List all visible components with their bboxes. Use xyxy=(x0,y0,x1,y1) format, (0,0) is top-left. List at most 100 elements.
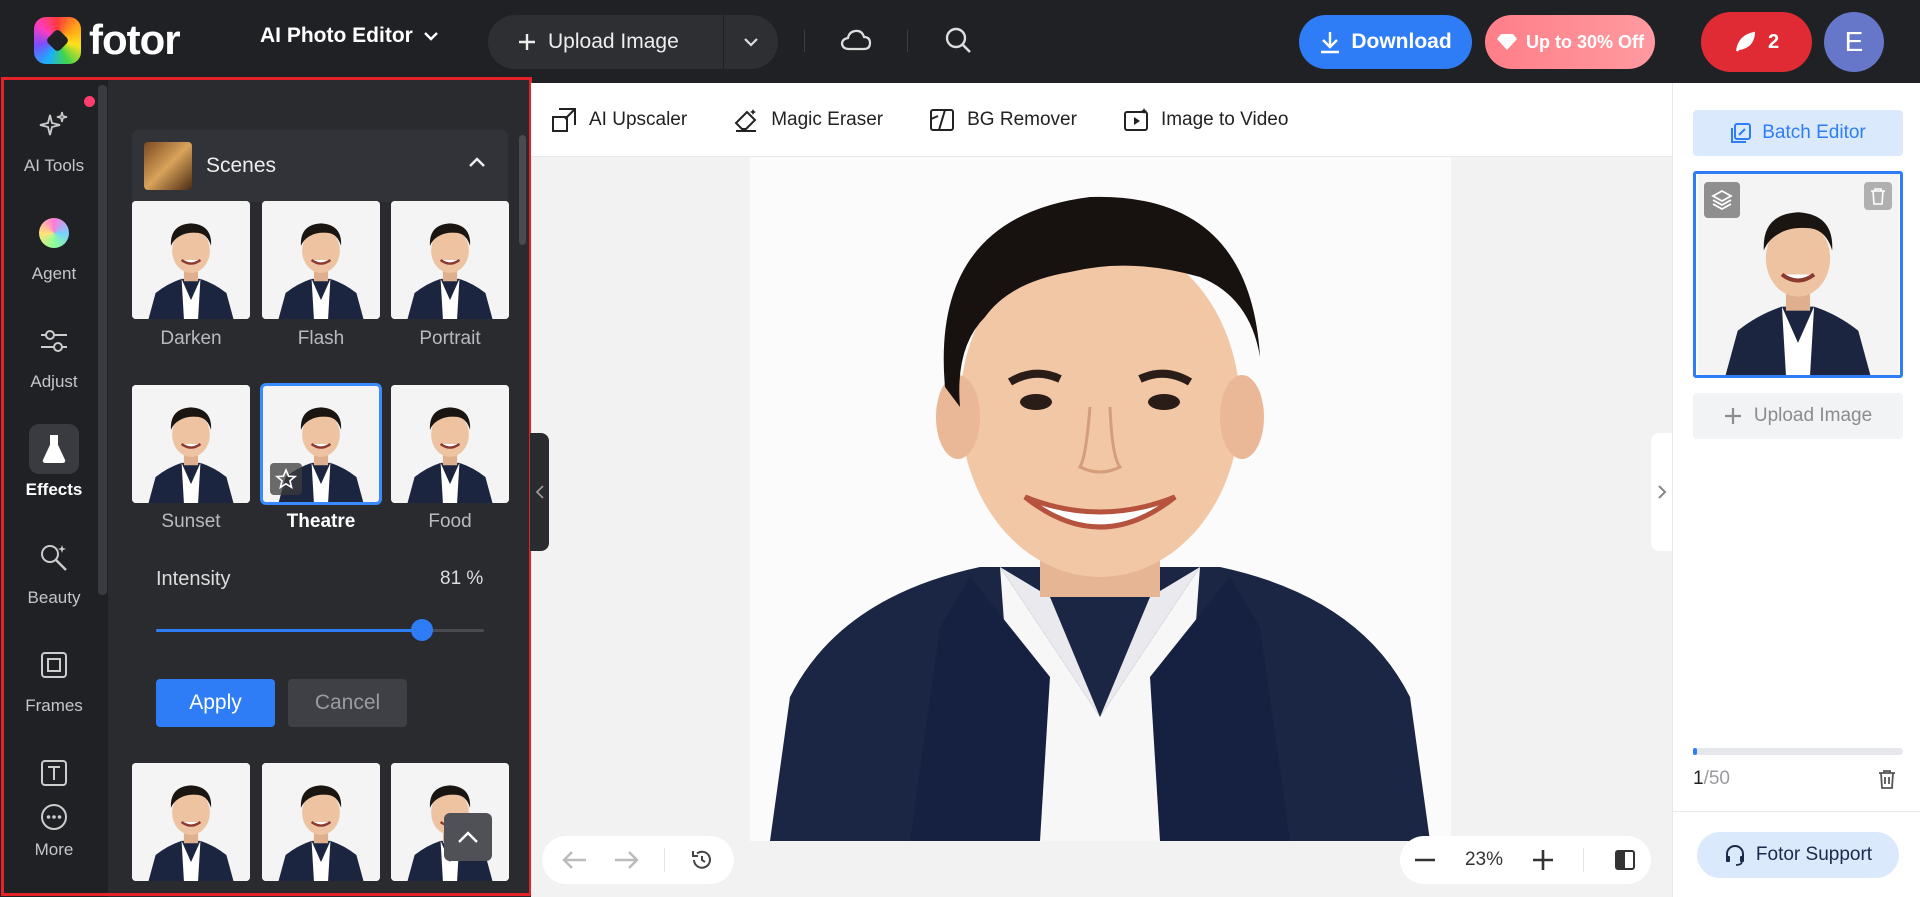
upload-image-group: Upload Image xyxy=(488,15,778,69)
image-count: 1/50 xyxy=(1693,768,1730,790)
batch-progress-fill xyxy=(1693,748,1698,755)
tool-label: AI Upscaler xyxy=(589,108,688,130)
search-icon[interactable] xyxy=(944,26,972,54)
zoom-level[interactable]: 23% xyxy=(1465,849,1503,871)
fotor-support-button[interactable]: Fotor Support xyxy=(1697,832,1899,878)
rail-item-frames[interactable]: Frames xyxy=(0,640,108,716)
makeup-brush-icon xyxy=(29,532,79,582)
effects-panel: Scenes Darken Flash Portrait Sunset Thea… xyxy=(108,78,531,897)
editor-switch-label: AI Photo Editor xyxy=(260,24,413,47)
rail-item-more[interactable]: More xyxy=(0,748,108,860)
history-icon[interactable] xyxy=(690,848,714,872)
image-count-current: 1 xyxy=(1693,768,1704,789)
layers-icon[interactable] xyxy=(1704,182,1740,218)
rail-item-effects[interactable]: Effects xyxy=(0,424,108,500)
upscale-icon xyxy=(552,107,576,132)
batch-editor-button[interactable]: Batch Editor xyxy=(1693,110,1903,156)
redo-arrow-icon[interactable] xyxy=(613,850,639,870)
fotor-logo-icon xyxy=(34,16,81,64)
divider xyxy=(663,848,665,872)
ai-upscaler-tool[interactable]: AI Upscaler xyxy=(551,107,687,133)
rail-label: Beauty xyxy=(27,588,81,607)
effect-tile-flash[interactable] xyxy=(262,201,380,319)
intensity-slider[interactable] xyxy=(156,619,484,641)
magic-eraser-tool[interactable]: Magic Eraser xyxy=(733,107,883,133)
rail-label: Adjust xyxy=(30,372,78,391)
scenes-thumbnail xyxy=(144,142,192,190)
edited-photo[interactable] xyxy=(750,157,1451,841)
rail-label: AI Tools xyxy=(23,156,85,175)
divider xyxy=(907,30,908,52)
credits-button[interactable]: 2 xyxy=(1701,12,1812,72)
image-count-total: /50 xyxy=(1703,768,1730,789)
rail-item-beauty[interactable]: Beauty xyxy=(0,532,108,608)
zoom-out-icon[interactable] xyxy=(1414,858,1435,862)
effect-tile-sunset[interactable] xyxy=(132,385,250,503)
clear-all-trash-icon[interactable] xyxy=(1878,769,1896,789)
ai-tools-toolbar: AI Upscaler Magic Eraser BG Remover Imag… xyxy=(531,83,1672,157)
collapse-panel-button[interactable] xyxy=(530,433,549,551)
chevron-down-icon xyxy=(423,32,438,41)
zoom-controls: 23% xyxy=(1400,836,1651,884)
rail-label: Effects xyxy=(25,480,83,499)
rail-label: Frames xyxy=(25,696,83,715)
intensity-slider-handle[interactable] xyxy=(410,619,433,641)
fotor-support-label: Fotor Support xyxy=(1755,844,1873,865)
effect-label: Sunset xyxy=(161,511,221,532)
batch-upload-label: Upload Image xyxy=(1753,405,1873,426)
effect-tile-portrait[interactable] xyxy=(391,201,509,319)
apply-button[interactable]: Apply xyxy=(156,679,275,727)
user-avatar[interactable]: E xyxy=(1824,12,1884,72)
download-button[interactable]: Download xyxy=(1299,15,1472,69)
cloud-icon[interactable] xyxy=(840,26,872,56)
chevron-up-icon xyxy=(469,157,485,167)
download-label: Download xyxy=(1351,30,1452,53)
rail-scrollbar[interactable] xyxy=(98,85,107,595)
cancel-button[interactable]: Cancel xyxy=(288,679,407,727)
upload-options-dropdown[interactable] xyxy=(724,37,778,47)
effect-label: Portrait xyxy=(419,328,481,349)
editor-switch-dropdown[interactable]: AI Photo Editor xyxy=(260,24,439,48)
scenes-section-header[interactable]: Scenes xyxy=(132,130,508,202)
tool-label: Magic Eraser xyxy=(771,108,884,130)
zoom-in-icon[interactable] xyxy=(1532,850,1553,870)
batch-image-thumbnail[interactable] xyxy=(1693,171,1903,378)
upload-image-label: Upload Image xyxy=(548,30,679,53)
rail-item-ai-tools[interactable]: AI Tools xyxy=(0,100,108,176)
scroll-to-top-button[interactable] xyxy=(444,813,492,861)
chevron-right-icon xyxy=(1657,485,1666,499)
intensity-slider-fill xyxy=(156,629,422,632)
fotor-logo[interactable]: fotor xyxy=(34,16,181,64)
scenes-title: Scenes xyxy=(206,154,277,177)
logo-text: fotor xyxy=(89,16,181,63)
discount-offer-button[interactable]: Up to 30% Off xyxy=(1485,15,1655,69)
rail-item-agent[interactable]: Agent xyxy=(0,208,108,284)
bg-remover-icon xyxy=(930,108,955,131)
delete-image-icon[interactable] xyxy=(1864,182,1892,210)
compare-icon[interactable] xyxy=(1614,849,1636,871)
rail-item-adjust[interactable]: Adjust xyxy=(0,316,108,392)
effect-tile-darken[interactable] xyxy=(132,201,250,319)
orb-icon xyxy=(29,208,79,258)
effect-label: Flash xyxy=(297,328,345,349)
undo-arrow-icon[interactable] xyxy=(562,850,588,870)
upload-image-button[interactable]: Upload Image xyxy=(488,15,724,69)
chevron-up-icon xyxy=(458,831,478,843)
tool-label: BG Remover xyxy=(967,108,1077,130)
effect-tile-theatre[interactable] xyxy=(260,383,382,505)
effect-tile-food[interactable] xyxy=(391,385,509,503)
effect-tile[interactable] xyxy=(132,763,250,881)
sparkle-icon xyxy=(29,100,79,150)
sliders-icon xyxy=(29,316,79,366)
favorite-star-icon[interactable] xyxy=(270,463,302,495)
credits-count: 2 xyxy=(1767,30,1780,53)
image-to-video-tool[interactable]: Image to Video xyxy=(1123,107,1288,133)
chevron-left-icon xyxy=(535,485,544,499)
expand-right-panel-button[interactable] xyxy=(1651,433,1672,551)
divider xyxy=(804,30,805,52)
effect-tile[interactable] xyxy=(262,763,380,881)
panel-scrollbar[interactable] xyxy=(519,135,526,245)
frame-icon xyxy=(29,640,79,690)
batch-upload-image-button[interactable]: Upload Image xyxy=(1693,393,1903,439)
bg-remover-tool[interactable]: BG Remover xyxy=(929,107,1077,133)
